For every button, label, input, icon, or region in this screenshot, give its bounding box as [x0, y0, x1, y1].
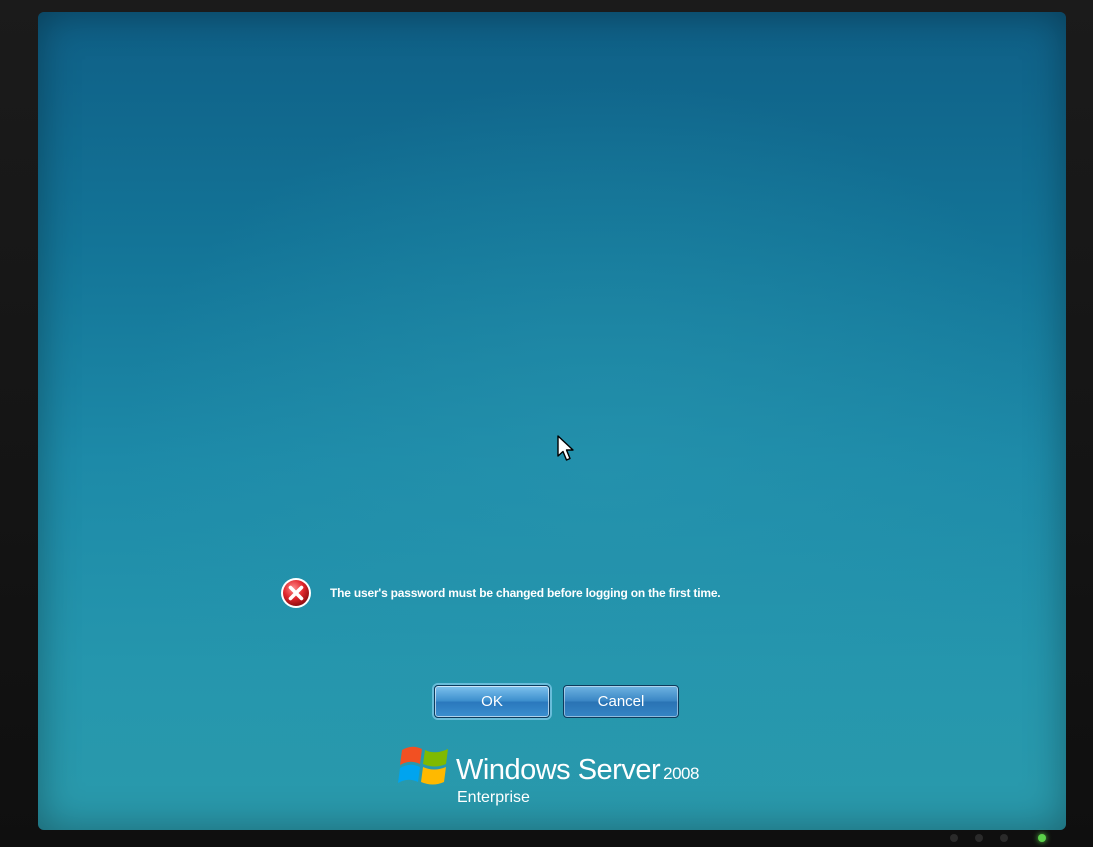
error-message: The user's password must be changed befo… — [330, 586, 721, 600]
product-name: Windows Server 2008 — [456, 754, 699, 787]
logon-screen: The user's password must be changed befo… — [38, 12, 1066, 830]
ok-button[interactable]: OK — [434, 685, 550, 718]
error-message-row: The user's password must be changed befo… — [280, 575, 721, 611]
error-x-icon — [281, 578, 311, 608]
mouse-cursor-icon — [557, 435, 574, 461]
windows-flag-logo-icon — [398, 746, 448, 785]
product-name-text: Windows Server — [456, 754, 661, 786]
monitor-button-indicator — [975, 834, 983, 842]
product-edition: Enterprise — [457, 789, 530, 806]
product-year: 2008 — [663, 764, 699, 783]
windows-server-branding: Windows Server 2008 Enterprise — [398, 738, 728, 810]
monitor-button-indicator — [950, 834, 958, 842]
monitor-button-indicator — [1000, 834, 1008, 842]
cancel-button[interactable]: Cancel — [563, 685, 679, 718]
power-led-icon — [1038, 834, 1046, 842]
